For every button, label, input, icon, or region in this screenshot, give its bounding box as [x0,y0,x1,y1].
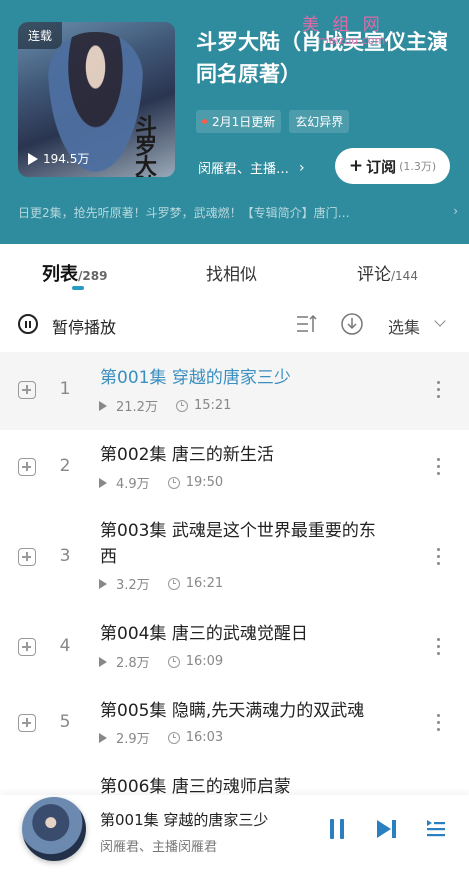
episode-plays: 2.8万 [116,656,150,671]
episode-number: 5 [59,712,71,732]
play-count-icon [99,400,108,411]
tab-similar-label: 找相似 [206,265,257,285]
pause-playback-button[interactable]: 暂停播放 [52,314,116,338]
chevron-down-icon [434,315,446,327]
episode-meta: 21.2万 15:21 [99,396,232,415]
play-count-icon [99,578,108,589]
episode-meta: 4.9万 19:50 [99,473,224,492]
tab-list-label: 列表 [42,264,78,285]
watermark: 美 组 网 [302,15,384,35]
add-icon[interactable] [18,548,36,566]
episode-title: 第005集 隐瞒,先天满魂力的双武魂 [100,701,365,721]
subscribe-count: (1.3万) [399,160,437,173]
add-icon[interactable] [18,381,36,399]
episode-title: 第004集 唐三的武魂觉醒日 [100,624,308,644]
album-header: 斗罗大陆 连载 194.5万 斗罗大陆（肖战吴宣仪主演同名原著） 美 组 网 m… [0,0,469,244]
play-icon [28,152,38,165]
tab-comments-count: /144 [391,269,418,283]
plus-icon: + [348,156,364,176]
episode-row[interactable]: 4 第004集 唐三的武魂觉醒日 2.8万 16:09 [0,606,469,684]
more-icon[interactable] [436,458,442,478]
tab-bar: 列表/289 找相似 评论/144 [0,244,469,296]
tab-list-count: /289 [78,269,108,283]
category-tag[interactable]: 玄幻异界 [289,110,350,133]
active-tab-indicator [72,286,84,290]
player-cover-art[interactable] [22,797,86,861]
play-count-icon [99,656,108,667]
episode-row[interactable]: 2 第002集 唐三的新生活 4.9万 19:50 [0,430,469,506]
more-icon[interactable] [436,714,442,734]
episode-title: 第001集 穿越的唐家三少 [100,368,291,388]
more-icon[interactable] [436,638,442,658]
serializing-badge: 连载 [18,22,63,49]
clock-icon [167,655,180,668]
clock-icon [167,577,180,590]
sort-icon[interactable] [296,314,318,334]
episode-duration: 19:50 [185,475,224,490]
episode-row[interactable]: 1 第001集 穿越的唐家三少 21.2万 15:21 [0,352,469,430]
episode-number: 1 [59,379,71,399]
add-icon[interactable] [18,638,36,656]
tab-list[interactable]: 列表/289 [42,260,107,286]
clock-icon [167,476,180,489]
episode-plays: 3.2万 [116,578,150,593]
episode-duration: 16:09 [185,654,224,669]
update-tag: 2月1日更新 [196,110,282,133]
tab-comments-label: 评论 [357,265,391,285]
pause-circle-icon[interactable] [18,314,38,334]
add-icon[interactable] [18,458,36,476]
tab-similar[interactable]: 找相似 [206,260,257,285]
cover-play-count: 194.5万 [28,150,89,167]
subscribe-button[interactable]: + 订阅 (1.3万) [335,148,450,184]
chevron-right-icon: › [299,159,305,176]
episode-meta: 2.8万 16:09 [99,652,224,671]
more-icon[interactable] [436,381,442,401]
cover-art-text: 斗罗大陆 [135,114,158,177]
update-tag-label: 2月1日更新 [212,115,276,129]
subscribe-label: 订阅 [366,157,397,176]
episode-plays: 21.2万 [116,400,158,415]
player-episode-title: 第001集 穿越的唐家三少 [100,811,269,829]
album-cover[interactable]: 斗罗大陆 连载 194.5万 [18,22,175,177]
album-tags: 2月1日更新 玄幻异界 [196,110,350,133]
update-dot-icon [202,119,207,124]
player-author: 闵雁君、主播闵雁君 [100,840,218,855]
episode-number: 4 [59,636,71,656]
playlist-icon[interactable] [426,819,446,839]
episode-plays: 4.9万 [116,477,150,492]
select-episodes-button[interactable]: 选集 [388,314,420,338]
album-description-text: 日更2集，抢先听原著！斗罗梦，武魂燃！【专辑简介】唐门… [18,206,350,220]
episode-title: 第003集 武魂是这个世界最重要的东西 [100,521,376,567]
episode-title: 第002集 唐三的新生活 [100,445,274,465]
add-icon[interactable] [18,714,36,732]
episode-duration: 16:03 [185,730,224,745]
author-link[interactable]: 闵雁君、主播… › [198,158,305,178]
pause-icon[interactable] [330,819,346,839]
chevron-right-icon: › [453,204,458,218]
episode-row[interactable]: 5 第005集 隐瞒,先天满魂力的双武魂 2.9万 16:03 [0,684,469,764]
mini-player[interactable]: 第001集 穿越的唐家三少 闵雁君、主播闵雁君 [0,795,469,875]
episode-number: 3 [59,546,71,566]
play-count-icon [99,477,108,488]
album-description[interactable]: 日更2集，抢先听原著！斗罗梦，武魂燃！【专辑简介】唐门… › [18,204,458,221]
episode-duration: 16:21 [185,576,224,591]
clock-icon [175,399,188,412]
download-icon[interactable] [341,313,363,335]
episode-meta: 2.9万 16:03 [99,728,224,747]
list-toolbar: 暂停播放 选集 [0,300,469,350]
clock-icon [167,731,180,744]
episode-row[interactable]: 3 第003集 武魂是这个世界最重要的东西 3.2万 16:21 [0,506,469,606]
more-icon[interactable] [436,548,442,568]
category-tag-label: 玄幻异界 [295,115,344,129]
episode-number: 2 [59,456,71,476]
episode-plays: 2.9万 [116,732,150,747]
next-track-icon[interactable] [376,819,398,839]
play-count-icon [99,732,108,743]
episode-meta: 3.2万 16:21 [99,574,224,593]
cover-play-count-value: 194.5万 [43,152,90,166]
author-names: 闵雁君、主播… [198,162,290,177]
episode-duration: 15:21 [193,398,232,413]
watermark-url: meizuu.com [318,34,386,47]
tab-comments[interactable]: 评论/144 [357,260,418,285]
